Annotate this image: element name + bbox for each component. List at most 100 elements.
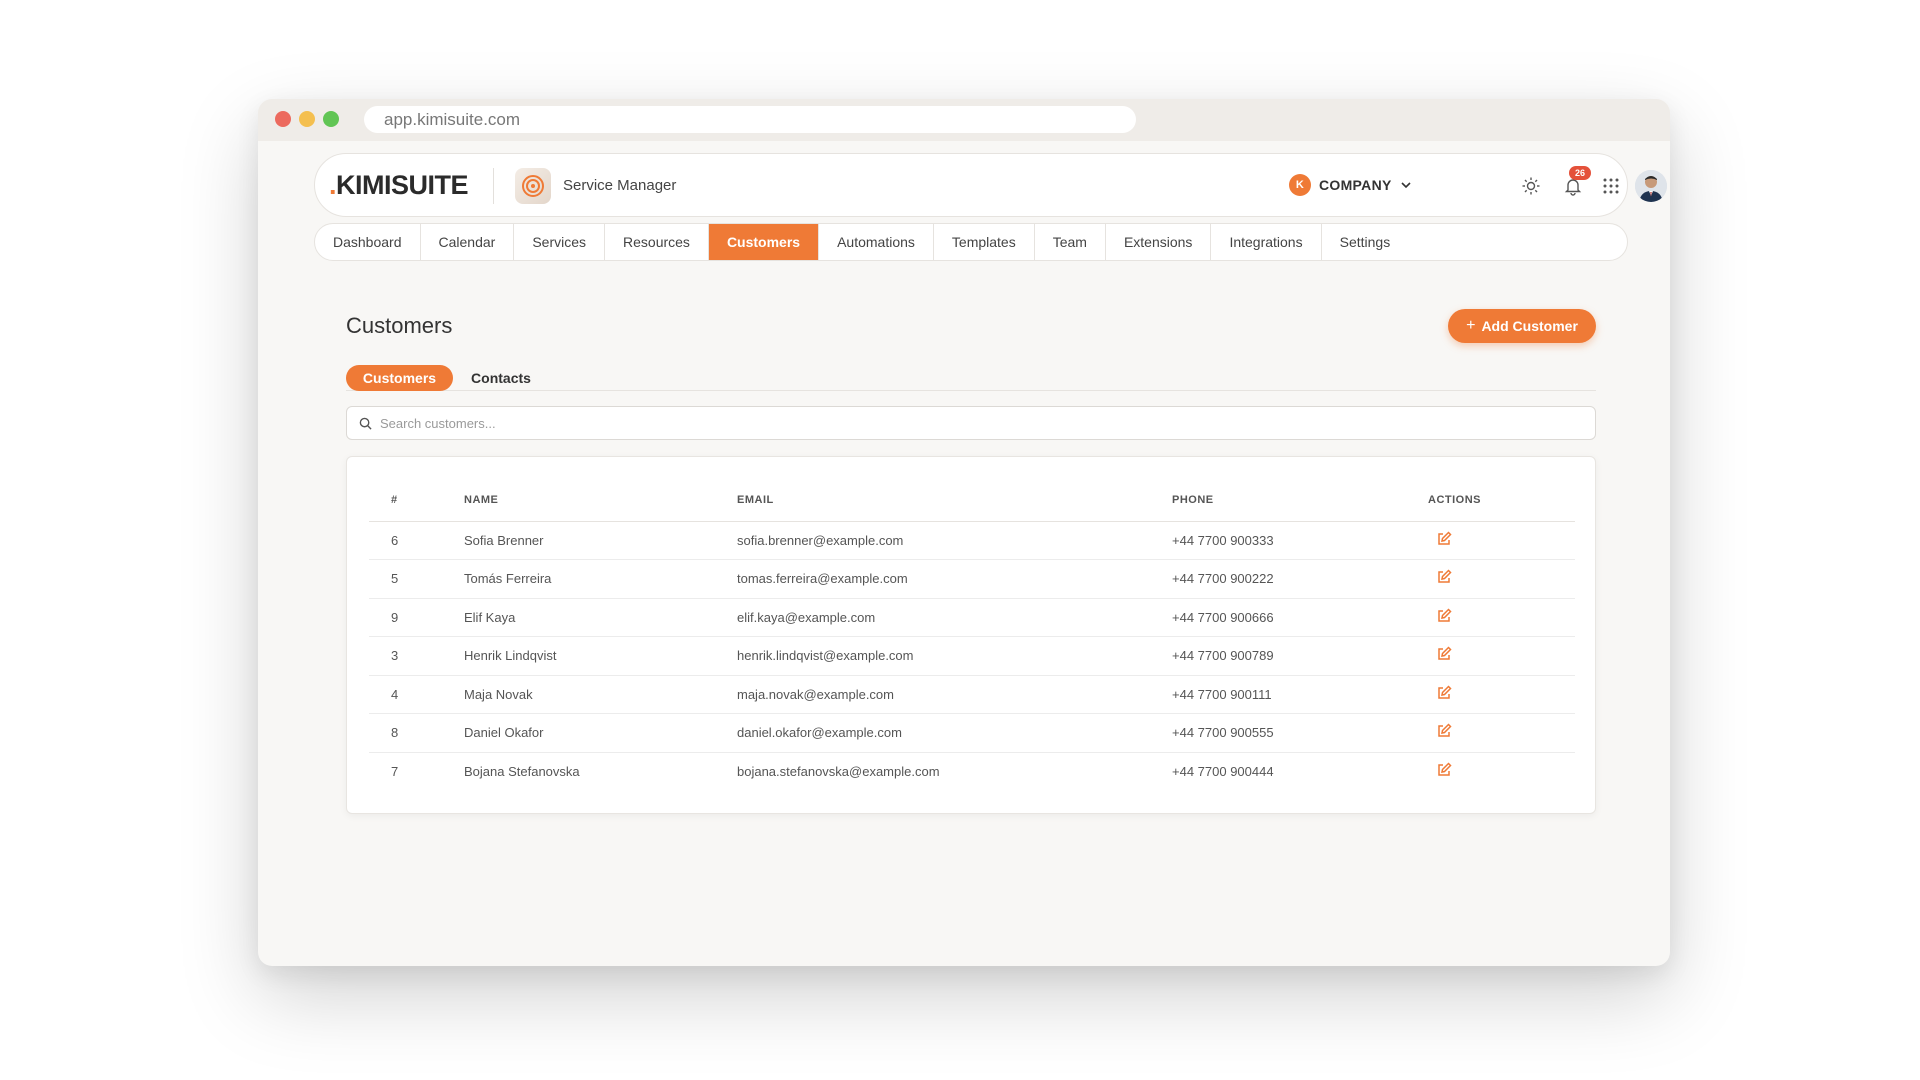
search-box bbox=[346, 406, 1596, 440]
edit-icon[interactable] bbox=[1436, 569, 1452, 585]
cell-email: bojana.stefanovska@example.com bbox=[737, 764, 940, 779]
cell-id: 3 bbox=[369, 636, 464, 676]
nav-item-templates[interactable]: Templates bbox=[934, 224, 1035, 260]
edit-icon[interactable] bbox=[1436, 685, 1452, 701]
table-header-row: # NAME EMAIL PHONE ACTIONS bbox=[369, 479, 1575, 522]
cell-actions bbox=[1428, 713, 1575, 753]
nav-item-integrations[interactable]: Integrations bbox=[1211, 224, 1322, 260]
add-customer-button[interactable]: + Add Customer bbox=[1448, 309, 1596, 343]
cell-name: Henrik Lindqvist bbox=[464, 636, 737, 676]
table-row: 9 Elif Kaya elif.kaya@example.com +44 77… bbox=[369, 598, 1575, 637]
browser-titlebar: app.kimisuite.com bbox=[258, 99, 1670, 141]
column-header-phone: PHONE bbox=[1172, 479, 1428, 522]
column-header-actions: ACTIONS bbox=[1428, 479, 1575, 522]
cell-phone: +44 7700 900444 bbox=[1172, 764, 1274, 779]
nav-item-customers[interactable]: Customers bbox=[708, 224, 820, 260]
logo-text: KIMISUITE bbox=[336, 170, 469, 200]
column-header-name: NAME bbox=[464, 479, 737, 522]
cell-actions bbox=[1428, 559, 1575, 599]
nav-item-resources[interactable]: Resources bbox=[605, 224, 709, 260]
column-header-email: EMAIL bbox=[737, 479, 1172, 522]
cell-id: 6 bbox=[369, 521, 464, 560]
cell-email: elif.kaya@example.com bbox=[737, 598, 1172, 637]
nav-item-automations[interactable]: Automations bbox=[819, 224, 934, 260]
cell-name: Bojana Stefanovska bbox=[464, 764, 580, 779]
edit-icon[interactable] bbox=[1436, 723, 1452, 739]
browser-window: app.kimisuite.com .KIMISUITE Service Man… bbox=[258, 99, 1670, 966]
cell-name: Daniel Okafor bbox=[464, 713, 737, 753]
table-row: 7 Bojana Stefanovska bojana.stefanovska@… bbox=[369, 752, 1575, 791]
cell-phone: +44 7700 900666 bbox=[1172, 598, 1428, 637]
cell-phone: +44 7700 900555 bbox=[1172, 713, 1428, 753]
cell-actions bbox=[1428, 636, 1575, 676]
close-window-button[interactable] bbox=[275, 111, 291, 127]
nav-item-settings[interactable]: Settings bbox=[1322, 224, 1409, 260]
cell-actions bbox=[1428, 675, 1575, 714]
address-bar[interactable]: app.kimisuite.com bbox=[364, 106, 1136, 133]
add-customer-label: Add Customer bbox=[1481, 318, 1578, 334]
apps-grid-icon bbox=[1603, 178, 1619, 194]
nav-item-dashboard[interactable]: Dashboard bbox=[315, 224, 421, 260]
page-title: Customers bbox=[346, 313, 453, 338]
cell-name: Sofia Brenner bbox=[464, 521, 737, 560]
cell-id: 5 bbox=[369, 559, 464, 599]
nav-item-services[interactable]: Services bbox=[514, 224, 606, 260]
logo-dot: . bbox=[329, 170, 337, 200]
service-manager-app-icon[interactable] bbox=[515, 168, 551, 204]
table-row: 4 Maja Novak maja.novak@example.com +44 … bbox=[369, 675, 1575, 714]
table-row: 8 Daniel Okafor daniel.okafor@example.co… bbox=[369, 713, 1575, 753]
cell-email: sofia.brenner@example.com bbox=[737, 521, 1172, 560]
search-icon bbox=[359, 417, 372, 430]
user-avatar-icon bbox=[1635, 170, 1667, 202]
sun-icon bbox=[1522, 177, 1540, 195]
cell-actions bbox=[1428, 752, 1575, 791]
customers-table: # NAME EMAIL PHONE ACTIONS 6 Sofia Brenn… bbox=[369, 479, 1575, 791]
edit-icon[interactable] bbox=[1436, 762, 1452, 778]
notifications-count-badge: 26 bbox=[1569, 166, 1591, 180]
edit-icon[interactable] bbox=[1436, 608, 1452, 624]
table-row: 3 Henrik Lindqvist henrik.lindqvist@exam… bbox=[369, 636, 1575, 676]
cell-email: maja.novak@example.com bbox=[737, 675, 1172, 714]
cell-name: Maja Novak bbox=[464, 675, 737, 714]
subtab-contacts[interactable]: Contacts bbox=[466, 365, 536, 391]
cell-id: 8 bbox=[369, 713, 464, 753]
maximize-window-button[interactable] bbox=[323, 111, 339, 127]
header-divider bbox=[493, 168, 494, 204]
cell-phone: +44 7700 900789 bbox=[1172, 636, 1428, 676]
table-row: 5 Tomás Ferreira tomas.ferreira@example.… bbox=[369, 559, 1575, 599]
nav-item-team[interactable]: Team bbox=[1035, 224, 1106, 260]
cell-email: daniel.okafor@example.com bbox=[737, 713, 1172, 753]
minimize-window-button[interactable] bbox=[299, 111, 315, 127]
app-name: Service Manager bbox=[563, 177, 677, 194]
cell-id: 4 bbox=[369, 675, 464, 714]
customers-table-card: # NAME EMAIL PHONE ACTIONS 6 Sofia Brenn… bbox=[346, 456, 1596, 814]
cell-id: 9 bbox=[369, 598, 464, 637]
customer-subtabs: Customers Contacts bbox=[346, 365, 1596, 391]
nav-item-calendar[interactable]: Calendar bbox=[421, 224, 515, 260]
cell-id: 7 bbox=[391, 764, 399, 779]
table-row: 6 Sofia Brenner sofia.brenner@example.co… bbox=[369, 521, 1575, 560]
cell-name: Elif Kaya bbox=[464, 598, 737, 637]
user-avatar[interactable] bbox=[1635, 170, 1667, 202]
cell-actions bbox=[1428, 598, 1575, 637]
cell-email: henrik.lindqvist@example.com bbox=[737, 636, 1172, 676]
apps-menu-button[interactable] bbox=[1599, 174, 1623, 198]
kimisuite-logo[interactable]: .KIMISUITE bbox=[329, 170, 469, 201]
plus-icon: + bbox=[1466, 317, 1476, 334]
company-switcher[interactable]: K COMPANY bbox=[1289, 174, 1412, 196]
main-navigation: Dashboard Calendar Services Resources Cu… bbox=[314, 223, 1628, 261]
edit-icon[interactable] bbox=[1436, 531, 1452, 547]
edit-icon[interactable] bbox=[1436, 646, 1452, 662]
cell-phone: +44 7700 900222 bbox=[1172, 559, 1428, 599]
chevron-down-icon bbox=[1401, 182, 1411, 189]
app-header: .KIMISUITE Service Manager K COMPANY 26 bbox=[314, 153, 1667, 217]
subtab-customers[interactable]: Customers bbox=[346, 365, 453, 391]
cell-phone: +44 7700 900111 bbox=[1172, 675, 1428, 714]
company-initial-badge: K bbox=[1289, 174, 1311, 196]
search-input[interactable] bbox=[380, 415, 1560, 431]
theme-toggle-button[interactable] bbox=[1519, 174, 1543, 198]
cell-phone: +44 7700 900333 bbox=[1172, 521, 1428, 560]
column-header-id: # bbox=[369, 479, 464, 522]
cell-name: Tomás Ferreira bbox=[464, 559, 737, 599]
nav-item-extensions[interactable]: Extensions bbox=[1106, 224, 1212, 260]
